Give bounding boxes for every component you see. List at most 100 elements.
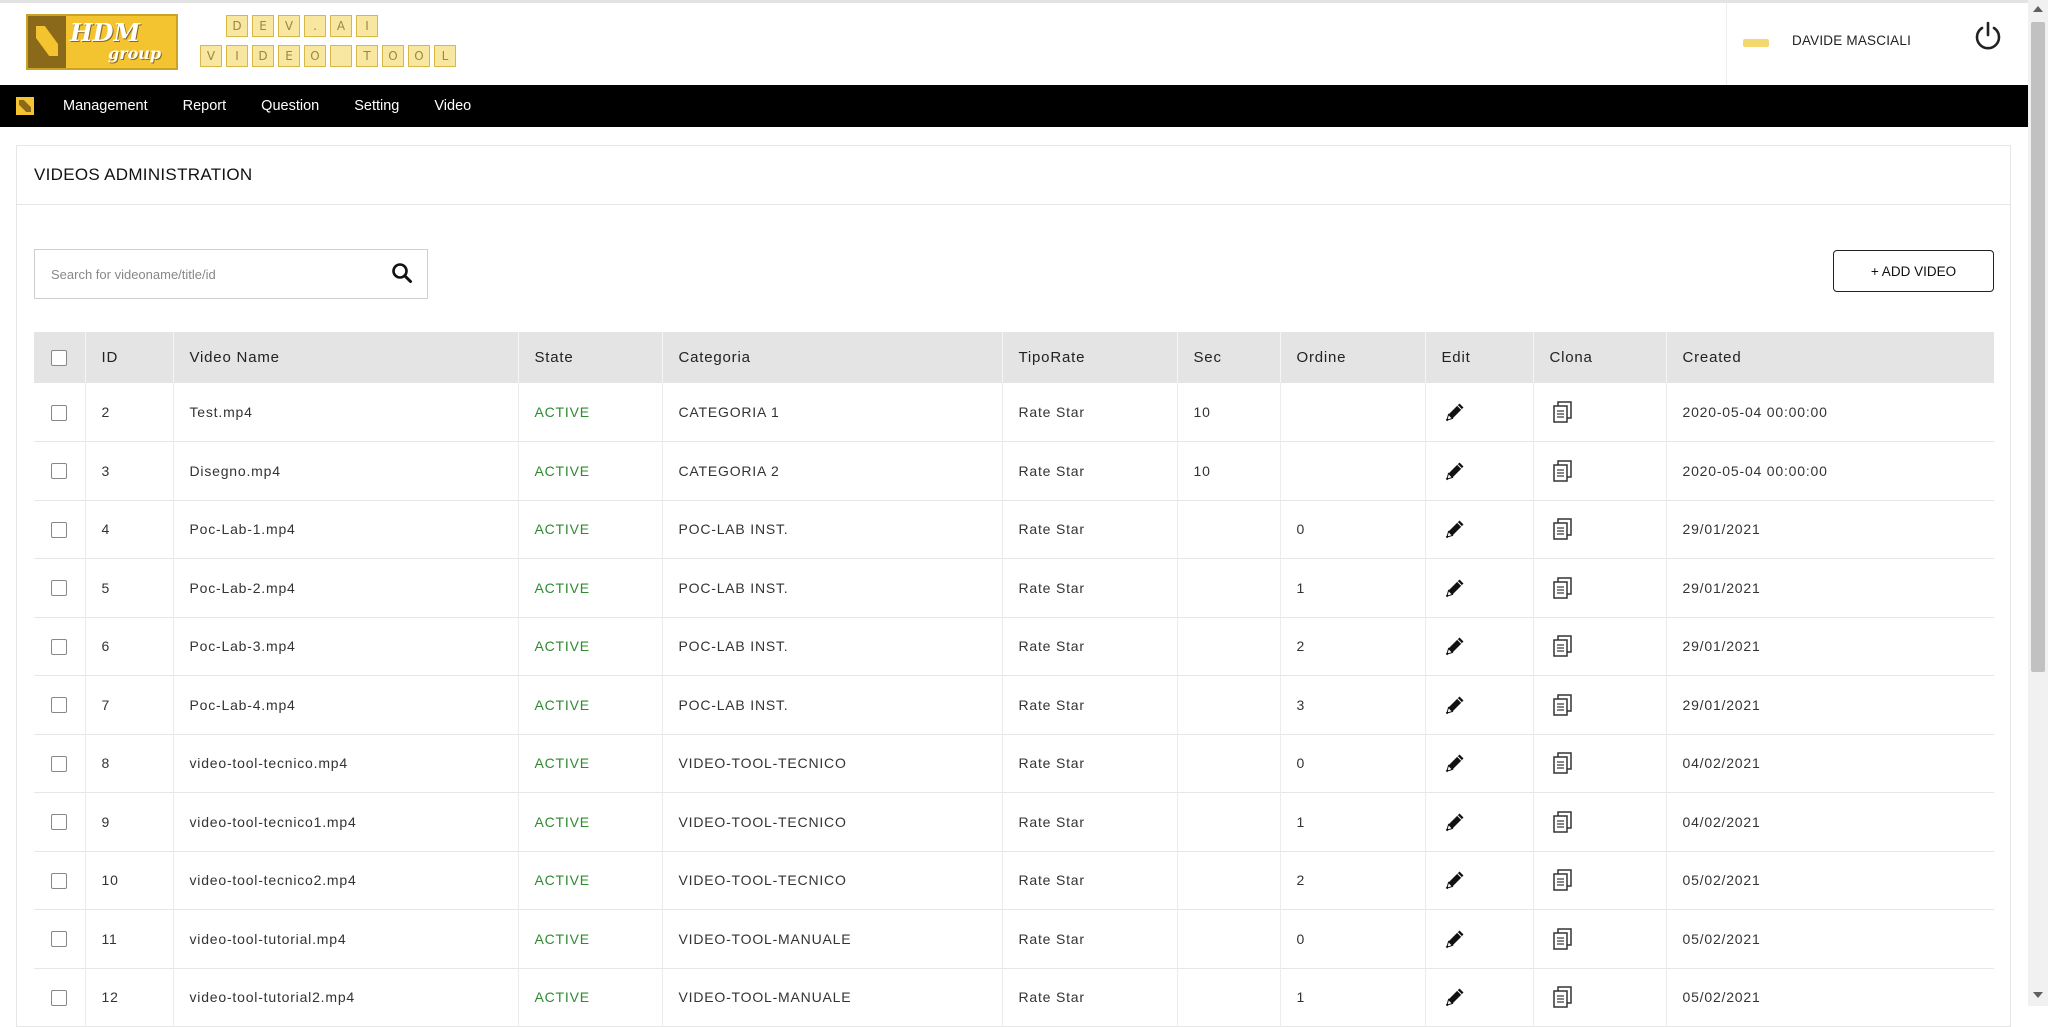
cell-tiporate: Rate Star	[1001, 968, 1177, 1027]
cell-id: 7	[84, 675, 173, 734]
column-header-video-name[interactable]: Video Name	[172, 332, 518, 383]
nav-home-logo-icon[interactable]	[16, 97, 34, 115]
scrollbar-thumb[interactable]	[2031, 22, 2045, 672]
row-checkbox[interactable]	[50, 989, 67, 1006]
copy-icon[interactable]	[1550, 809, 1576, 835]
hdm-group-logo[interactable]: HDM group	[26, 14, 178, 70]
scroll-down-arrow-icon[interactable]	[2033, 992, 2043, 998]
cell-ordine: 2	[1279, 851, 1425, 910]
pencil-icon[interactable]	[1442, 750, 1468, 776]
table-row[interactable]: 3 Disegno.mp4 ACTIVE CATEGORIA 2 Rate Star 10…	[34, 441, 1994, 501]
pencil-icon[interactable]	[1442, 926, 1468, 952]
cell-tiporate: Rate Star	[1001, 617, 1177, 676]
cell-id: 9	[84, 792, 173, 851]
cell-ordine: 1	[1279, 968, 1425, 1027]
row-checkbox[interactable]	[50, 931, 67, 948]
cell-tiporate: Rate Star	[1001, 383, 1177, 442]
column-header-ordine[interactable]: Ordine	[1279, 332, 1425, 383]
row-select-cell	[34, 617, 85, 676]
copy-icon[interactable]	[1550, 867, 1576, 893]
column-header-state[interactable]: State	[517, 332, 662, 383]
nav-items: Management Report Question Setting Video	[63, 85, 506, 127]
copy-icon[interactable]	[1550, 750, 1576, 776]
pencil-icon[interactable]	[1442, 984, 1468, 1010]
row-checkbox[interactable]	[50, 872, 67, 889]
copy-icon[interactable]	[1550, 692, 1576, 718]
add-video-button[interactable]: + ADD VIDEO	[1833, 250, 1994, 292]
copy-icon[interactable]	[1550, 458, 1576, 484]
dev-ai-video-tool-logo: DEV.AI VIDEOTOOL	[200, 15, 470, 71]
nav-item-setting[interactable]: Setting	[354, 98, 399, 114]
row-checkbox[interactable]	[50, 463, 67, 480]
column-header-tiporate[interactable]: TipoRate	[1001, 332, 1177, 383]
nav-item-question[interactable]: Question	[261, 98, 319, 114]
cell-ordine: 0	[1279, 909, 1425, 968]
cell-edit	[1424, 617, 1533, 676]
row-checkbox[interactable]	[50, 755, 67, 772]
pencil-icon[interactable]	[1442, 399, 1468, 425]
column-header-sec[interactable]: Sec	[1176, 332, 1280, 383]
pencil-icon[interactable]	[1442, 867, 1468, 893]
power-icon[interactable]	[1972, 20, 2004, 52]
cell-tiporate: Rate Star	[1001, 792, 1177, 851]
cell-state: ACTIVE	[517, 441, 662, 500]
cell-created: 05/02/2021	[1665, 968, 1994, 1027]
row-checkbox[interactable]	[50, 697, 67, 714]
cell-video-name: video-tool-tecnico1.mp4	[172, 792, 518, 851]
copy-icon[interactable]	[1550, 633, 1576, 659]
cell-edit	[1424, 792, 1533, 851]
page-scrollbar[interactable]	[2028, 0, 2048, 1006]
cell-edit	[1424, 675, 1533, 734]
user-name[interactable]: DAVIDE MASCIALI	[1792, 33, 1911, 48]
pencil-icon[interactable]	[1442, 575, 1468, 601]
cell-categoria: CATEGORIA 1	[661, 383, 1002, 442]
cell-state: ACTIVE	[517, 851, 662, 910]
table-row[interactable]: 6 Poc-Lab-3.mp4 ACTIVE POC-LAB INST. Rate St…	[34, 617, 1994, 676]
row-checkbox[interactable]	[50, 521, 67, 538]
pencil-icon[interactable]	[1442, 692, 1468, 718]
table-row[interactable]: 11 video-tool-tutorial.mp4 ACTIVE VIDEO-TOO…	[34, 909, 1994, 968]
table-row[interactable]: 12 video-tool-tutorial2.mp4 ACTIVE VIDEO-TO…	[34, 968, 1994, 1027]
search-icon[interactable]	[391, 262, 413, 284]
row-checkbox[interactable]	[50, 814, 67, 831]
nav-item-video[interactable]: Video	[434, 98, 471, 114]
table-row[interactable]: 9 video-tool-tecnico1.mp4 ACTIVE VIDEO-TOOL…	[34, 792, 1994, 851]
nav-item-management[interactable]: Management	[63, 98, 148, 114]
copy-icon[interactable]	[1550, 984, 1576, 1010]
column-header-id[interactable]: ID	[84, 332, 173, 383]
cell-edit	[1424, 558, 1533, 617]
table-row[interactable]: 5 Poc-Lab-2.mp4 ACTIVE POC-LAB INST. Rate St…	[34, 558, 1994, 617]
cell-state: ACTIVE	[517, 909, 662, 968]
pencil-icon[interactable]	[1442, 633, 1468, 659]
table-row[interactable]: 10 video-tool-tecnico2.mp4 ACTIVE VIDEO-TOO…	[34, 851, 1994, 910]
dev-logo-cell: O	[408, 45, 430, 67]
row-select-cell	[34, 442, 85, 501]
pencil-icon[interactable]	[1442, 809, 1468, 835]
row-checkbox[interactable]	[50, 580, 67, 597]
scroll-up-arrow-icon[interactable]	[2033, 6, 2043, 12]
column-header-created[interactable]: Created	[1665, 332, 1994, 383]
pencil-icon[interactable]	[1442, 516, 1468, 542]
table-row[interactable]: 4 Poc-Lab-1.mp4 ACTIVE POC-LAB INST. Rate St…	[34, 500, 1994, 559]
table-row[interactable]: 7 Poc-Lab-4.mp4 ACTIVE POC-LAB INST. Rate St…	[34, 675, 1994, 734]
cell-categoria: POC-LAB INST.	[661, 500, 1002, 559]
column-header-categoria[interactable]: Categoria	[661, 332, 1002, 383]
cell-state: ACTIVE	[517, 500, 662, 559]
copy-icon[interactable]	[1550, 399, 1576, 425]
table-row[interactable]: 2 Test.mp4 ACTIVE CATEGORIA 1 Rate Star 10 202…	[34, 383, 1994, 442]
select-all-checkbox[interactable]	[50, 350, 67, 367]
row-checkbox[interactable]	[50, 404, 67, 421]
cell-categoria: VIDEO-TOOL-TECNICO	[661, 792, 1002, 851]
pencil-icon[interactable]	[1442, 458, 1468, 484]
table-row[interactable]: 8 video-tool-tecnico.mp4 ACTIVE VIDEO-TOOL-…	[34, 734, 1994, 793]
row-select-cell	[34, 383, 85, 442]
cell-created: 2020-05-04 00:00:00	[1665, 383, 1994, 442]
copy-icon[interactable]	[1550, 575, 1576, 601]
row-checkbox[interactable]	[50, 638, 67, 655]
copy-icon[interactable]	[1550, 926, 1576, 952]
cell-sec: 10	[1176, 441, 1280, 500]
copy-icon[interactable]	[1550, 516, 1576, 542]
dev-logo-cell	[330, 45, 352, 67]
nav-item-report[interactable]: Report	[183, 98, 227, 114]
search-input[interactable]	[35, 250, 375, 298]
